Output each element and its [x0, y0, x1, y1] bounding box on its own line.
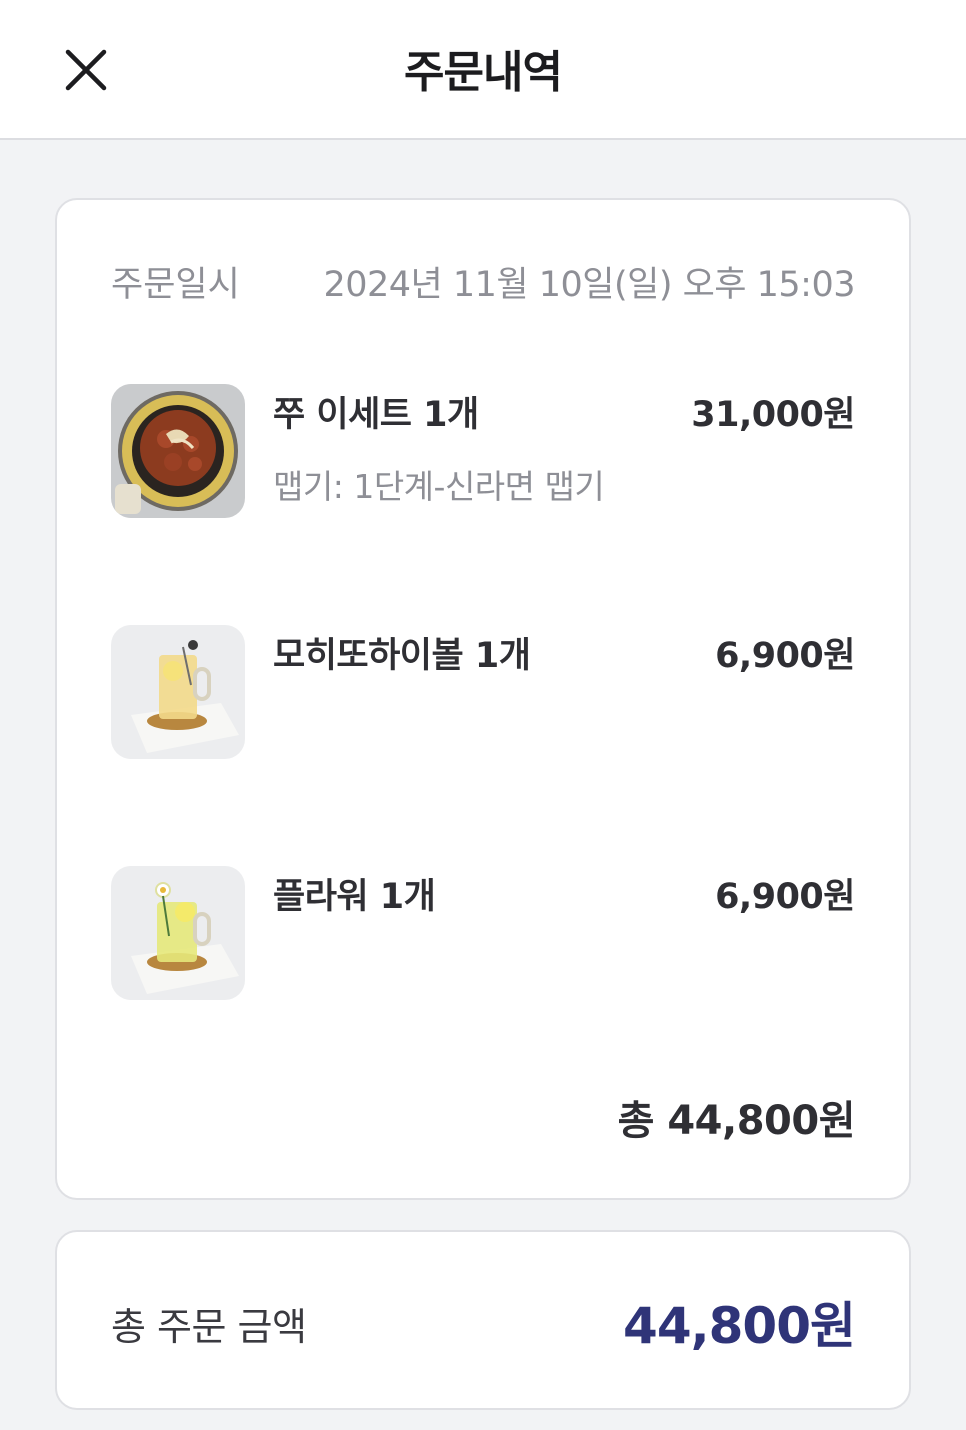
item-image-flower-drink [111, 866, 245, 1000]
item-option: 맵기: 1단계-신라면 맵기 [273, 467, 605, 506]
order-date-value: 2024년 11월 10일(일) 오후 15:03 [323, 265, 855, 305]
item-image-mojito-highball [111, 625, 245, 759]
order-item: 모히또하이볼 1개 6,900원 [111, 625, 855, 765]
item-price: 6,900원 [715, 877, 855, 917]
item-price: 31,000원 [691, 395, 855, 435]
total-amount-value: 44,800원 [623, 1297, 856, 1355]
item-image-jjukkumi-set [111, 384, 245, 518]
order-date-label: 주문일시 [111, 265, 240, 305]
item-name: 모히또하이볼 1개 [273, 636, 531, 676]
order-date-row: 주문일시 2024년 11월 10일(일) 오후 15:03 [111, 256, 855, 305]
total-summary-card: 총 주문 금액 44,800원 [55, 1230, 911, 1410]
order-item: 플라워 1개 6,900원 [111, 866, 855, 1006]
order-total: 총 44,800원 [617, 1098, 856, 1144]
total-amount-label: 총 주문 금액 [111, 1305, 307, 1349]
item-name: 쭈 이세트 1개 [273, 395, 479, 435]
item-price: 6,900원 [715, 636, 855, 676]
item-name: 플라워 1개 [273, 877, 436, 917]
header-bar: 주문내역 [0, 0, 966, 140]
page-title: 주문내역 [404, 47, 563, 98]
order-details-card: 주문일시 2024년 11월 10일(일) 오후 15:03 쭈 이세트 1개 … [55, 198, 911, 1200]
order-item: 쭈 이세트 1개 맵기: 1단계-신라면 맵기 31,000원 [111, 384, 855, 524]
